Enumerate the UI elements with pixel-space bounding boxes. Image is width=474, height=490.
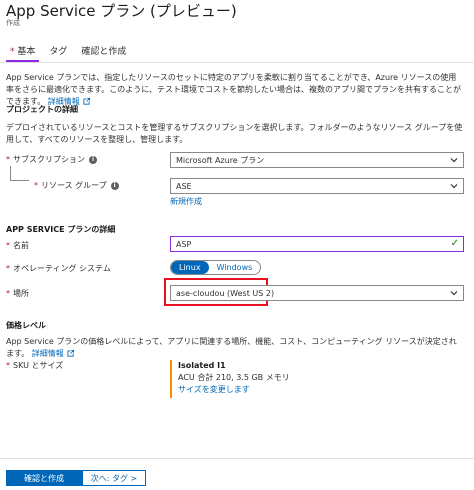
subscription-select[interactable]: Microsoft Azure プラン: [170, 152, 464, 168]
location-label-text: 場所: [13, 289, 29, 298]
change-size-link[interactable]: サイズを変更します: [178, 384, 378, 396]
intro-text: App Service プランでは、指定したリソースのセットに特定のアプリを柔軟…: [6, 72, 464, 108]
pricing-learn-more-link[interactable]: 詳細情報: [32, 349, 74, 358]
os-label: * オペレーティング システム: [6, 263, 111, 274]
tab-basics[interactable]: * 基本: [6, 44, 40, 62]
tab-review-create[interactable]: 確認と作成: [77, 44, 130, 62]
resource-group-select[interactable]: ASE: [170, 178, 464, 194]
sku-label-text: SKU とサイズ: [13, 361, 64, 370]
resource-group-label-text: リソース グループ: [41, 181, 107, 190]
pricing-text: App Service プランの価格レベルによって、アプリに関連する場所、機能、…: [6, 336, 464, 360]
footer-divider: [0, 458, 474, 459]
sku-label: * SKU とサイズ: [6, 360, 63, 371]
checkmark-icon: ✓: [450, 238, 459, 249]
external-link-icon: [67, 350, 74, 357]
name-label: * 名前: [6, 240, 29, 251]
os-toggle: Linux Windows: [170, 260, 262, 275]
chevron-down-icon: [450, 184, 458, 189]
os-label-text: オペレーティング システム: [13, 264, 111, 273]
name-label-text: 名前: [13, 241, 29, 250]
resource-group-label: * リソース グループ i: [34, 180, 119, 191]
location-value: ase-cloudou (West US 2): [176, 288, 275, 298]
required-mark: *: [6, 241, 10, 250]
required-mark: *: [6, 264, 10, 273]
location-label: * 場所: [6, 288, 29, 299]
chevron-down-icon: [450, 158, 458, 163]
info-icon[interactable]: i: [89, 155, 97, 164]
sku-details: Isolated I1 ACU 合計 210, 3.5 GB メモリ サイズを変…: [170, 360, 378, 398]
required-mark: *: [10, 47, 15, 57]
external-link-icon: [83, 98, 90, 105]
tab-tags[interactable]: タグ: [45, 44, 71, 62]
subscription-value: Microsoft Azure プラン: [176, 155, 265, 165]
resource-group-value: ASE: [176, 181, 192, 191]
required-mark: *: [6, 155, 10, 164]
os-option-linux[interactable]: Linux: [171, 261, 209, 274]
plan-details-heading: APP SERVICE プランの詳細: [6, 225, 116, 234]
review-create-button[interactable]: 確認と作成: [6, 470, 82, 486]
subscription-label: * サブスクリプション i: [6, 154, 97, 165]
next-tags-button[interactable]: 次へ: タグ >: [82, 470, 146, 486]
project-details-text: デプロイされているリソースとコストを管理するサブスクリプションを選択します。フォ…: [6, 123, 463, 144]
sku-description: ACU 合計 210, 3.5 GB メモリ: [178, 373, 290, 382]
tab-basics-label: 基本: [17, 47, 36, 57]
chevron-down-icon: [450, 291, 458, 296]
project-details-heading: プロジェクトの詳細: [6, 105, 78, 114]
pricing-tier-heading: 価格レベル: [6, 321, 46, 330]
pricing-learn-more-label: 詳細情報: [31, 349, 64, 358]
page-title: App Service プラン (プレビュー): [6, 2, 237, 20]
location-select[interactable]: ase-cloudou (West US 2): [170, 285, 464, 301]
tab-bar: * 基本 タグ 確認と作成: [6, 44, 136, 62]
required-mark: *: [6, 289, 10, 298]
name-value: ASP: [176, 239, 192, 249]
sku-name: Isolated I1: [178, 361, 226, 370]
tree-connector: [10, 166, 29, 181]
required-mark: *: [34, 181, 38, 190]
subscription-label-text: サブスクリプション: [13, 155, 85, 164]
create-new-resource-group-link[interactable]: 新規作成: [170, 196, 202, 207]
required-mark: *: [6, 361, 10, 370]
page-subtitle: 作成: [6, 19, 20, 27]
os-option-windows[interactable]: Windows: [209, 261, 261, 274]
info-icon[interactable]: i: [110, 181, 119, 190]
tab-divider: [0, 62, 474, 63]
name-input[interactable]: ASP ✓: [170, 236, 464, 252]
